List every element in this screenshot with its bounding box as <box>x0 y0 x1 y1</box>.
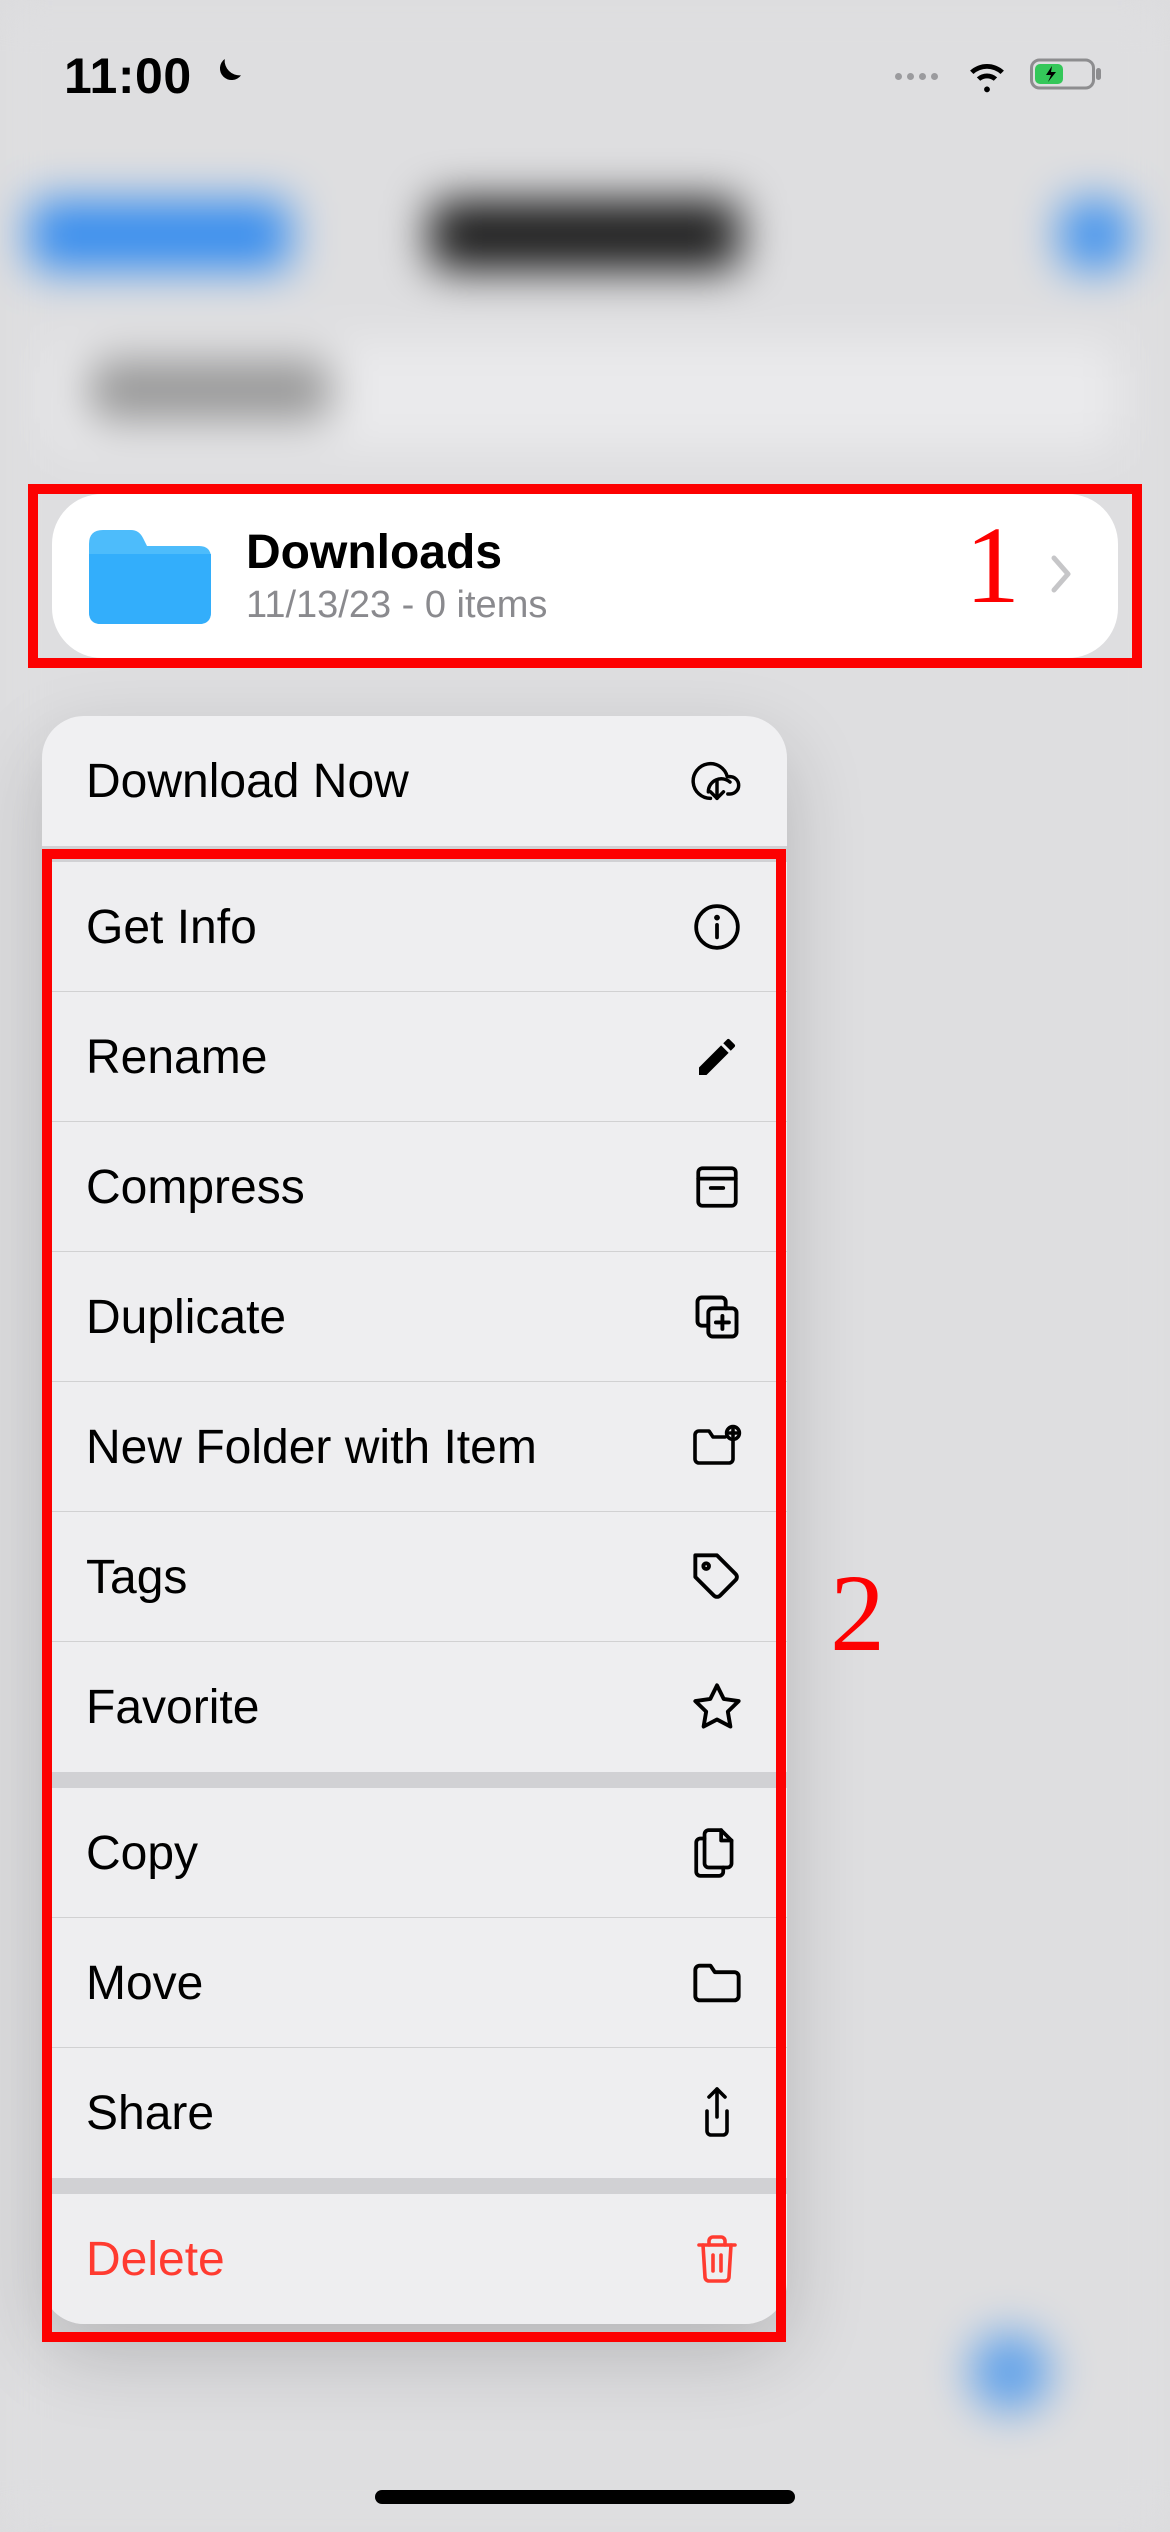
menu-label: Duplicate <box>86 1290 286 1345</box>
cellular-dots-icon <box>895 73 938 80</box>
star-icon <box>691 1681 743 1733</box>
menu-label: Delete <box>86 2232 225 2287</box>
menu-item-new-folder[interactable]: New Folder with Item <box>42 1382 787 1512</box>
menu-label: Download Now <box>86 754 409 809</box>
menu-item-tags[interactable]: Tags <box>42 1512 787 1642</box>
trash-icon <box>691 2233 743 2285</box>
menu-item-download-now[interactable]: Download Now <box>42 716 787 846</box>
folder-icon <box>80 523 216 629</box>
menu-label: New Folder with Item <box>86 1420 537 1475</box>
status-time: 11:00 <box>64 47 192 105</box>
menu-item-copy[interactable]: Copy <box>42 1788 787 1918</box>
menu-separator <box>42 1772 787 1788</box>
annotation-number-1: 1 <box>965 502 1020 629</box>
chevron-right-icon <box>1050 554 1074 599</box>
menu-label: Share <box>86 2086 214 2141</box>
menu-label: Tags <box>86 1550 187 1605</box>
menu-separator <box>42 846 787 862</box>
menu-label: Compress <box>86 1160 305 1215</box>
new-folder-icon <box>691 1421 743 1473</box>
menu-label: Favorite <box>86 1680 259 1735</box>
menu-item-duplicate[interactable]: Duplicate <box>42 1252 787 1382</box>
copy-doc-icon <box>691 1827 743 1879</box>
menu-item-share[interactable]: Share <box>42 2048 787 2178</box>
tag-icon <box>691 1551 743 1603</box>
home-indicator[interactable] <box>375 2490 795 2504</box>
annotation-number-2: 2 <box>830 1550 885 1677</box>
do-not-disturb-icon <box>206 54 246 99</box>
menu-separator <box>42 2178 787 2194</box>
folder-move-icon <box>691 1957 743 2009</box>
cloud-download-icon <box>691 755 743 807</box>
menu-item-rename[interactable]: Rename <box>42 992 787 1122</box>
share-icon <box>691 2087 743 2139</box>
menu-item-delete[interactable]: Delete <box>42 2194 787 2324</box>
folder-preview-card[interactable]: Downloads 11/13/23 - 0 items <box>52 494 1118 658</box>
status-bar: 11:00 <box>0 36 1170 116</box>
menu-item-get-info[interactable]: Get Info <box>42 862 787 992</box>
wifi-icon <box>964 51 1010 102</box>
folder-subtitle: 11/13/23 - 0 items <box>246 584 1050 627</box>
info-icon <box>691 901 743 953</box>
menu-item-favorite[interactable]: Favorite <box>42 1642 787 1772</box>
folder-title: Downloads <box>246 525 1050 580</box>
archive-icon <box>691 1161 743 1213</box>
context-menu: Download Now Get Info <box>42 716 787 2324</box>
menu-label: Get Info <box>86 900 257 955</box>
menu-label: Rename <box>86 1030 267 1085</box>
pencil-icon <box>691 1031 743 1083</box>
duplicate-icon <box>691 1291 743 1343</box>
menu-item-compress[interactable]: Compress <box>42 1122 787 1252</box>
menu-label: Move <box>86 1956 203 2011</box>
menu-item-move[interactable]: Move <box>42 1918 787 2048</box>
battery-charging-icon <box>1030 56 1106 97</box>
menu-label: Copy <box>86 1826 198 1881</box>
